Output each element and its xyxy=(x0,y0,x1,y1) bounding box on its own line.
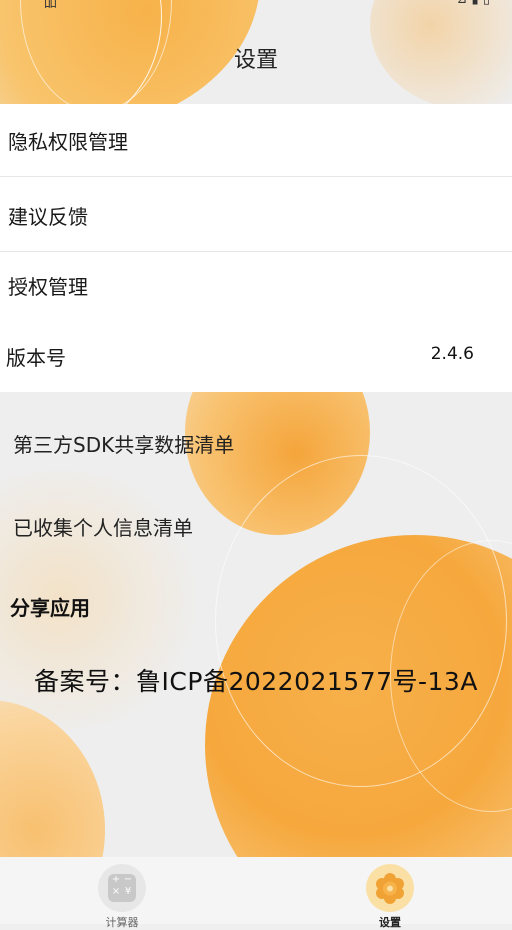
sdk-data-list-link[interactable]: 第三方SDK共享数据清单 xyxy=(13,429,234,458)
version-value: 2.4.6 xyxy=(430,344,474,364)
authorization-item[interactable]: 授权管理 xyxy=(0,249,512,321)
gear-icon xyxy=(366,864,414,912)
header: 吅 ⊿ ▮ ▯ 设置 xyxy=(0,0,512,104)
feedback-label: 建议反馈 xyxy=(8,205,88,229)
page-title: 设置 xyxy=(233,48,278,73)
bottom-nav: + − × ¥ 计算器 设置 xyxy=(0,857,512,929)
feedback-item[interactable]: 建议反馈 xyxy=(0,179,512,252)
privacy-permission-label: 隐私权限管理 xyxy=(8,130,128,154)
icp-record-text[interactable]: 备案号：鲁ICP备2022021577号-13A xyxy=(0,662,512,698)
nav-calculator[interactable]: + − × ¥ 计算器 xyxy=(62,857,182,929)
version-label: 版本号 xyxy=(6,346,66,370)
version-item: 版本号 2.4.6 xyxy=(0,318,512,390)
share-app-link[interactable]: 分享应用 xyxy=(10,592,90,621)
status-bar-left: 吅 xyxy=(44,0,58,11)
authorization-label: 授权管理 xyxy=(8,275,88,299)
privacy-permission-item[interactable]: 隐私权限管理 xyxy=(0,104,512,177)
nav-calculator-label: 计算器 xyxy=(105,916,139,929)
settings-list: 隐私权限管理 建议反馈 授权管理 版本号 2.4.6 xyxy=(0,104,512,392)
status-bar-right: ⊿ ▮ ▯ xyxy=(457,0,490,7)
nav-settings[interactable]: 设置 xyxy=(330,857,450,929)
calculator-icon: + − × ¥ xyxy=(98,864,146,912)
nav-settings-label: 设置 xyxy=(379,916,401,929)
collected-info-list-link[interactable]: 已收集个人信息清单 xyxy=(13,512,193,541)
